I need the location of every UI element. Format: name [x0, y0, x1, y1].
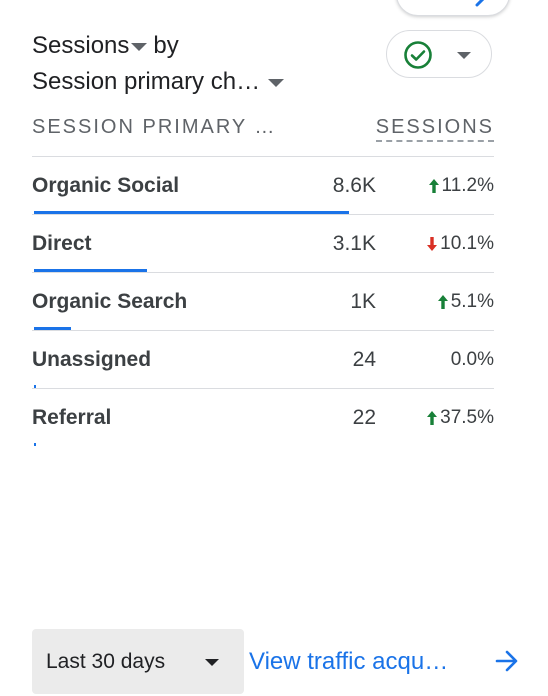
table-body: Organic Social 8.6K 11.2% Direct 3.1K 10… — [32, 157, 494, 446]
row-share-bar — [34, 211, 349, 214]
row-change: 10.1% — [426, 233, 494, 255]
row-change-value: 10.1% — [440, 233, 494, 254]
row-channel-name: Organic Search — [32, 290, 188, 313]
dimension-selector[interactable]: Session primary ch… — [32, 68, 290, 96]
table-row[interactable]: Referral 22 37.5% — [32, 389, 494, 446]
metric-label: Sessions — [32, 32, 130, 59]
row-channel-name: Direct — [32, 232, 92, 255]
row-change-value: 0.0% — [450, 349, 494, 370]
row-channel-name: Referral — [32, 406, 112, 429]
row-share-bar — [34, 443, 36, 446]
row-change: 37.5% — [426, 407, 494, 429]
row-sessions-value: 22 — [352, 406, 376, 429]
row-sessions-value: 3.1K — [332, 232, 376, 255]
chevron-down-icon — [205, 659, 219, 666]
date-range-label: Last 30 days — [46, 650, 166, 673]
view-traffic-acquisition-link[interactable]: View traffic acqu… — [249, 648, 448, 676]
arrow-right-icon[interactable] — [494, 648, 520, 679]
column-header-dimension[interactable]: SESSION PRIMARY … — [32, 116, 276, 139]
table-row[interactable]: Direct 3.1K 10.1% — [32, 215, 494, 273]
table-row[interactable]: Organic Social 8.6K 11.2% — [32, 157, 494, 215]
row-channel-name: Organic Social — [32, 174, 180, 197]
row-change-value: 11.2% — [441, 175, 494, 196]
row-channel-name: Unassigned — [32, 348, 152, 371]
column-header-sessions[interactable]: SESSIONS — [375, 116, 494, 142]
row-sessions-value: 8.6K — [332, 174, 376, 197]
row-change-value: 5.1% — [450, 291, 494, 312]
row-share-bar — [34, 269, 147, 272]
row-change-value: 37.5% — [440, 407, 494, 428]
arrow-up-icon — [427, 411, 438, 425]
metric-dropdown-caret-icon — [131, 43, 148, 51]
arrow-up-icon — [428, 179, 439, 193]
table-row[interactable]: Unassigned 24 0.0% — [32, 331, 494, 389]
arrow-icon — [473, 0, 495, 12]
row-change: 11.2% — [428, 175, 494, 197]
table-row[interactable]: Organic Search 1K 5.1% — [32, 273, 494, 331]
dimension-dropdown-caret-icon — [268, 79, 285, 87]
metric-selector[interactable]: Sessions — [32, 32, 153, 60]
row-change: 0.0% — [451, 349, 494, 371]
row-share-bar — [34, 327, 71, 330]
row-change: 5.1% — [437, 291, 494, 313]
card-title-line-1: Sessions by — [32, 32, 179, 60]
row-sessions-value: 1K — [350, 290, 376, 313]
card-title-line-2: Session primary ch… — [32, 68, 290, 96]
row-share-bar — [34, 385, 36, 388]
top-pill-button[interactable] — [396, 0, 510, 16]
chevron-down-icon — [457, 52, 471, 59]
title-by-text: by — [153, 32, 179, 59]
date-range-select[interactable]: Last 30 days — [32, 629, 244, 694]
dimension-label: Session primary ch… — [32, 68, 261, 95]
arrow-down-icon — [427, 237, 438, 251]
row-sessions-value: 24 — [352, 348, 376, 371]
status-dropdown[interactable] — [386, 30, 492, 78]
check-circle-icon — [403, 40, 433, 75]
arrow-up-icon — [437, 295, 448, 309]
